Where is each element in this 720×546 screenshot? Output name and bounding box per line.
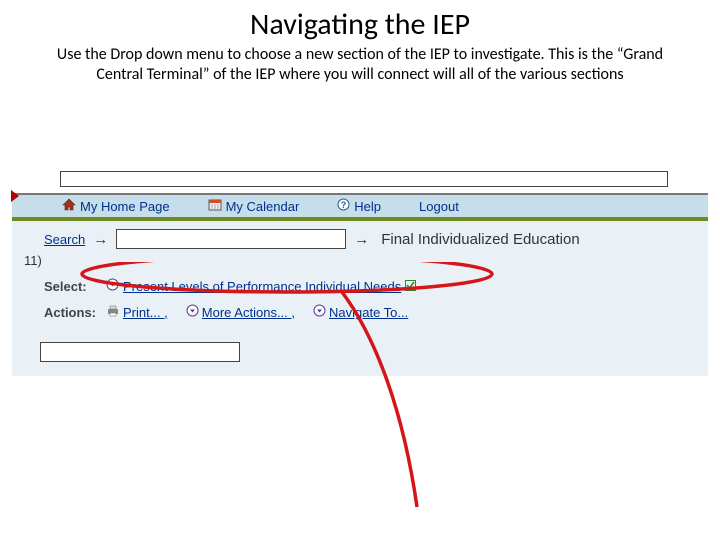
search-row: Search → → Final Individualized Educatio… — [44, 229, 694, 249]
action-navigate-label: Navigate To... — [329, 305, 408, 320]
nav-logout-link[interactable]: Logout — [419, 199, 459, 214]
check-icon — [405, 279, 416, 294]
nav-home-link[interactable]: My Home Page — [62, 198, 170, 214]
select-row: Select: Present Levels of Performance In… — [44, 278, 694, 294]
item-number: 11) — [24, 253, 694, 268]
breadcrumb-triangle-icon — [11, 190, 19, 202]
slide-subtitle: Use the Drop down menu to choose a new s… — [36, 45, 684, 85]
action-navigate[interactable]: Navigate To... — [313, 304, 408, 320]
app-screenshot: My Home Page My Calendar ? Help Logout S… — [12, 171, 708, 376]
arrow-right-icon: → — [354, 231, 369, 248]
home-icon — [62, 198, 76, 214]
nav-home-label: My Home Page — [80, 199, 170, 214]
search-link[interactable]: Search — [44, 232, 85, 247]
content-area: Search → → Final Individualized Educatio… — [12, 221, 708, 376]
calendar-icon — [208, 198, 222, 214]
action-print[interactable]: Print... , — [106, 305, 168, 320]
nav-calendar-label: My Calendar — [226, 199, 300, 214]
action-more-label: More Actions... , — [202, 305, 295, 320]
chevron-down-circle-icon — [106, 278, 119, 294]
select-value: Present Levels of Performance Individual… — [123, 279, 401, 294]
nav-help-link[interactable]: ? Help — [337, 198, 381, 214]
chevron-down-circle-icon — [186, 304, 199, 320]
select-label: Select: — [44, 279, 102, 294]
nav-logout-label: Logout — [419, 199, 459, 214]
printer-icon — [106, 305, 120, 320]
chevron-down-circle-icon — [313, 304, 326, 320]
top-blank-field — [60, 171, 668, 187]
actions-label: Actions: — [44, 305, 102, 320]
search-input[interactable] — [116, 229, 346, 249]
arrow-right-icon: → — [93, 231, 108, 248]
slide-title: Navigating the IEP — [0, 6, 720, 43]
nav-calendar-link[interactable]: My Calendar — [208, 198, 300, 214]
svg-text:?: ? — [341, 200, 347, 210]
select-dropdown[interactable]: Present Levels of Performance Individual… — [106, 278, 416, 294]
breadcrumb-final: Final Individualized Education — [381, 231, 579, 248]
actions-row: Actions: Print... , More Actions... , Na… — [44, 304, 694, 320]
nav-help-label: Help — [354, 199, 381, 214]
main-navbar: My Home Page My Calendar ? Help Logout — [12, 193, 708, 221]
action-more[interactable]: More Actions... , — [186, 304, 295, 320]
bottom-blank-field — [40, 342, 240, 362]
help-icon: ? — [337, 198, 350, 214]
action-print-label: Print... , — [123, 305, 168, 320]
